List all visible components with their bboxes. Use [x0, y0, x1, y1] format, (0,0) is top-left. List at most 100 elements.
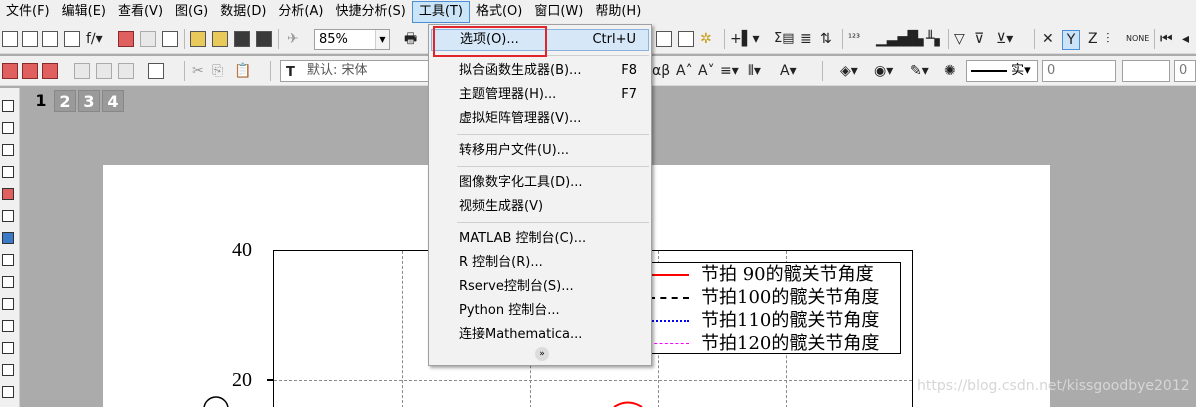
rescale-icon[interactable] [74, 63, 90, 79]
new-matrix-icon[interactable] [42, 31, 58, 47]
new-sheet-icon[interactable] [64, 31, 80, 47]
rectangle-tool-icon[interactable] [2, 364, 14, 376]
refresh-icon[interactable]: ✈ [287, 30, 299, 48]
menu-quick-analysis[interactable]: 快捷分析(S) [329, 1, 411, 23]
pointer-icon[interactable] [2, 100, 14, 112]
column-spacing-icon[interactable]: ⫴▾ [748, 62, 761, 80]
symbol-size-field[interactable] [1122, 60, 1170, 82]
line-width-field[interactable]: 0 [1042, 60, 1116, 82]
open-folder-icon[interactable] [190, 31, 206, 47]
zoom-in-icon[interactable] [2, 144, 14, 156]
graph-legend[interactable]: 节拍 90的髋关节角度 节拍100的髋关节角度 节拍110的髋关节角度 节拍12… [640, 262, 901, 354]
menu-help[interactable]: 帮助(H) [589, 1, 647, 23]
align-icon[interactable]: ≡▾ [720, 62, 739, 80]
menu-analysis[interactable]: 分析(A) [272, 1, 329, 23]
symbol-size-value-field[interactable]: 0 [1174, 60, 1196, 82]
text-tool-icon[interactable] [2, 276, 14, 288]
layer-icon[interactable] [96, 63, 112, 79]
new-workbook-icon[interactable] [22, 31, 38, 47]
new-function-icon[interactable]: f∕▾ [86, 30, 103, 48]
menu-tools[interactable]: 工具(T) [411, 1, 470, 23]
fill-color-icon[interactable]: ◈▾ [840, 62, 858, 80]
line-style-select[interactable]: 实▾ [966, 60, 1038, 82]
data-selector-icon[interactable] [2, 210, 14, 222]
menu-item-transfer-user-files[interactable]: 转移用户文件(U)... [431, 140, 649, 162]
first-page-icon[interactable]: ⏮ [1160, 30, 1173, 48]
statistics-icon[interactable]: ╨▖ [926, 30, 945, 48]
decrease-font-icon[interactable]: A˅ [698, 62, 715, 80]
cut-icon[interactable]: ✂ [192, 62, 204, 80]
curved-arrow-icon[interactable] [2, 320, 14, 332]
screen-reader-icon[interactable] [2, 166, 14, 178]
menu-view[interactable]: 查看(V) [112, 1, 169, 23]
set-as-label-icon[interactable]: ⫶ [1106, 30, 1110, 48]
expand-menu-icon[interactable]: » [535, 347, 549, 361]
line-tool-icon[interactable] [2, 342, 14, 354]
menu-item-image-digitizer[interactable]: 图像数字化工具(D)... [431, 172, 649, 194]
menu-window[interactable]: 窗口(W) [528, 1, 589, 23]
layer-tab-4[interactable]: 4 [102, 90, 124, 112]
merge-graph-icon[interactable] [118, 63, 134, 79]
increase-font-icon[interactable]: A˄ [676, 62, 693, 80]
menu-file[interactable]: 文件(F) [0, 1, 56, 23]
sort-ascending-icon[interactable]: ⇅ [820, 30, 832, 48]
add-column-icon[interactable] [656, 31, 672, 47]
region-mask-icon[interactable] [2, 232, 14, 244]
paste-icon[interactable]: 📋 [234, 62, 251, 80]
font-color-icon[interactable]: A▾ [780, 62, 797, 80]
settings-gear-icon[interactable]: ✲ [700, 30, 712, 48]
menu-edit[interactable]: 编辑(E) [56, 1, 112, 23]
numbers-icon[interactable]: ¹²³ [848, 30, 860, 48]
new-graph-icon[interactable] [118, 31, 134, 47]
menu-item-video-builder[interactable]: 视频生成器(V) [431, 196, 649, 218]
menu-graph[interactable]: 图(G) [169, 1, 214, 23]
sort-icon[interactable]: ≣ [800, 30, 812, 48]
filter-icon[interactable]: ▽ [954, 30, 965, 48]
remove-filter-icon[interactable]: ⊽ [974, 30, 984, 48]
zoom-select[interactable]: 85% ▼ [314, 29, 390, 50]
draw-data-icon[interactable] [2, 254, 14, 266]
font-select[interactable]: T 默认: 宋体 [280, 60, 430, 82]
print-icon[interactable]: 🖶 [404, 30, 417, 48]
new-project-icon[interactable] [2, 31, 18, 47]
arrow-tool-icon[interactable] [2, 298, 14, 310]
set-as-y-icon[interactable]: Y [1062, 30, 1080, 50]
new-layout-icon[interactable] [140, 31, 156, 47]
menu-format[interactable]: 格式(O) [470, 1, 528, 23]
menu-item-virtual-matrix-manager[interactable]: 虚拟矩阵管理器(V)... [431, 108, 649, 130]
data-reader-icon[interactable] [2, 188, 14, 200]
set-as-none-icon[interactable]: NONE [1126, 30, 1149, 48]
calendar-icon[interactable] [678, 31, 694, 47]
zoom-pan-icon[interactable] [2, 122, 14, 134]
save-icon[interactable] [234, 31, 250, 47]
menu-item-matlab-console[interactable]: MATLAB 控制台(C)... [431, 228, 649, 250]
previous-page-icon[interactable]: ◂ [1182, 30, 1189, 48]
menu-item-rserve-console[interactable]: Rserve控制台(S)... [431, 276, 649, 298]
greek-icon[interactable]: αβ [652, 62, 670, 80]
menu-item-r-console[interactable]: R 控制台(R)... [431, 252, 649, 274]
symbol-icon[interactable]: ✺ [944, 62, 956, 80]
set-as-x-icon[interactable]: ✕ [1042, 30, 1054, 48]
layer-tab-1[interactable]: 1 [30, 90, 52, 112]
menu-item-python-console[interactable]: Python 控制台... [431, 300, 649, 322]
pattern-icon[interactable]: ◉▾ [874, 62, 893, 80]
duplicate-icon[interactable] [148, 63, 164, 79]
menu-data[interactable]: 数据(D) [214, 1, 272, 23]
circle-tool-icon[interactable] [2, 386, 14, 398]
import-wizard-icon[interactable] [22, 63, 38, 79]
layer-tab-2[interactable]: 2 [54, 90, 76, 112]
set-as-z-icon[interactable]: Z [1088, 30, 1098, 48]
open-template-icon[interactable] [212, 31, 228, 47]
line-color-icon[interactable]: ✎▾ [910, 62, 929, 80]
import-data-icon[interactable] [2, 63, 18, 79]
layer-tab-3[interactable]: 3 [78, 90, 100, 112]
filter-options-icon[interactable]: ⊻▾ [996, 30, 1013, 48]
menu-item-theme-manager[interactable]: 主题管理器(H)... F7 [431, 84, 649, 106]
menu-item-fitting-function-builder[interactable]: 拟合函数生成器(B)... F8 [431, 60, 649, 82]
import-multiple-icon[interactable] [42, 63, 58, 79]
add-plot-icon[interactable]: +▌▾ [730, 30, 760, 48]
menu-item-connect-mathematica[interactable]: 连接Mathematica... [431, 324, 649, 346]
copy-icon[interactable]: ⎘ [212, 62, 223, 80]
new-notes-icon[interactable] [162, 31, 178, 47]
save-as-icon[interactable] [256, 31, 272, 47]
